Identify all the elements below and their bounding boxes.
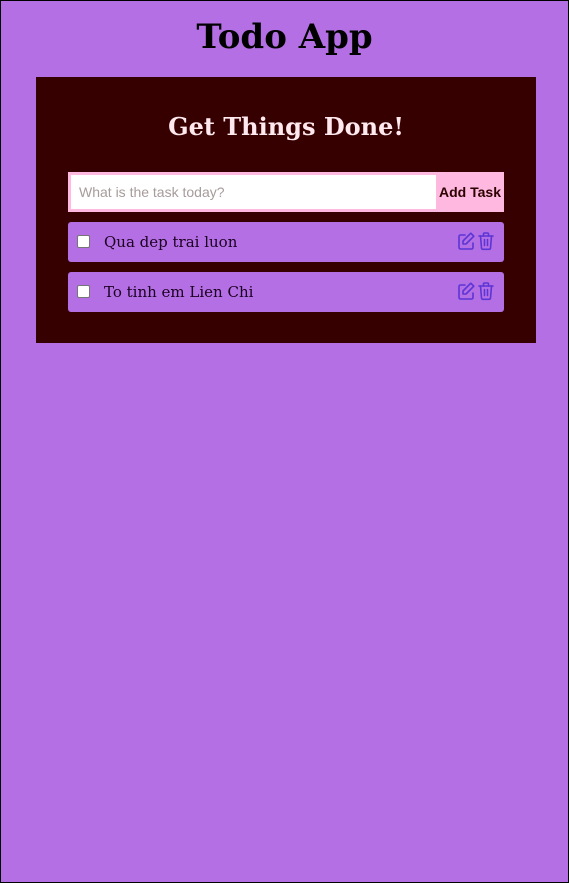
task-checkbox[interactable] <box>77 285 90 298</box>
task-text: To tinh em Lien Chi <box>104 283 254 301</box>
task-form: Add Task <box>68 172 504 212</box>
trash-icon[interactable] <box>477 231 495 251</box>
task-actions <box>457 281 495 301</box>
task-text: Qua dep trai luon <box>104 233 238 251</box>
card-title: Get Things Done! <box>168 112 404 141</box>
task-list: Qua dep trai luon To tinh em Lien Chi <box>68 222 504 322</box>
task-item: Qua dep trai luon <box>68 222 504 262</box>
trash-icon[interactable] <box>477 281 495 301</box>
app-title: Todo App <box>196 17 373 57</box>
task-item: To tinh em Lien Chi <box>68 272 504 312</box>
edit-icon[interactable] <box>457 231 475 251</box>
task-checkbox[interactable] <box>77 235 90 248</box>
add-task-button[interactable]: Add Task <box>436 172 504 212</box>
edit-icon[interactable] <box>457 281 475 301</box>
task-actions <box>457 231 495 251</box>
task-input[interactable] <box>68 172 436 212</box>
todo-card: Get Things Done! Add Task Qua dep trai l… <box>36 77 536 343</box>
